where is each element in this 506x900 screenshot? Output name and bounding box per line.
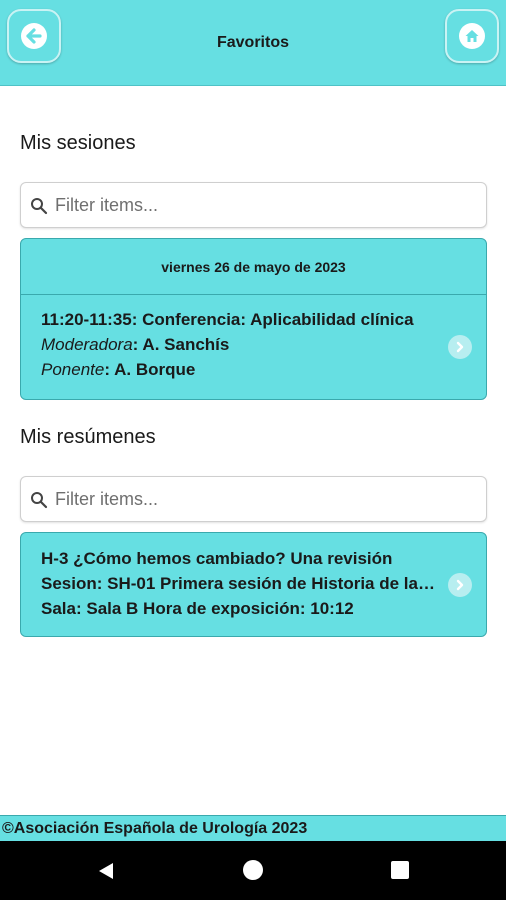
abstract-session: Sesion: SH-01 Primera sesión de Historia… <box>41 574 436 593</box>
abstract-title: H-3 ¿Cómo hemos cambiado? Una revisión <box>41 549 393 568</box>
abstracts-search-bar[interactable] <box>20 476 487 522</box>
sessions-search-bar[interactable] <box>20 182 487 228</box>
android-nav-bar <box>0 841 506 900</box>
search-icon <box>31 492 48 509</box>
abstracts-heading: Mis resúmenes <box>20 426 156 448</box>
footer-copyright: ©Asociación Española de Urología 2023 <box>0 815 506 841</box>
abstract-room-time: Sala: Sala B Hora de exposición: 10:12 <box>41 599 354 618</box>
home-button[interactable] <box>445 9 499 63</box>
sessions-search-input[interactable] <box>55 189 475 221</box>
date-divider: viernes 26 de mayo de 2023 <box>21 239 486 295</box>
abstracts-list: H-3 ¿Cómo hemos cambiado? Una revisión S… <box>20 532 487 637</box>
page-title: Favoritos <box>216 34 289 51</box>
session-title: 11:20-11:35: Conferencia: Aplicabilidad … <box>41 310 414 329</box>
sessions-list: viernes 26 de mayo de 2023 11:20-11:35: … <box>20 238 487 400</box>
session-moderator: Moderadora: A. Sanchís <box>41 335 230 354</box>
session-item[interactable]: 11:20-11:35: Conferencia: Aplicabilidad … <box>21 295 486 399</box>
session-speaker: Ponente: A. Borque <box>41 360 196 379</box>
nav-home-icon[interactable] <box>243 860 263 880</box>
chevron-right-icon <box>448 335 472 359</box>
nav-recents-icon[interactable] <box>391 861 409 879</box>
chevron-right-icon <box>448 573 472 597</box>
abstract-item[interactable]: H-3 ¿Cómo hemos cambiado? Una revisión S… <box>21 533 486 636</box>
sessions-heading: Mis sesiones <box>20 132 136 154</box>
home-icon <box>459 23 485 49</box>
abstracts-search-input[interactable] <box>55 483 475 515</box>
search-icon <box>31 198 48 215</box>
nav-back-icon[interactable] <box>96 861 116 881</box>
app-header: Favoritos <box>0 0 506 86</box>
